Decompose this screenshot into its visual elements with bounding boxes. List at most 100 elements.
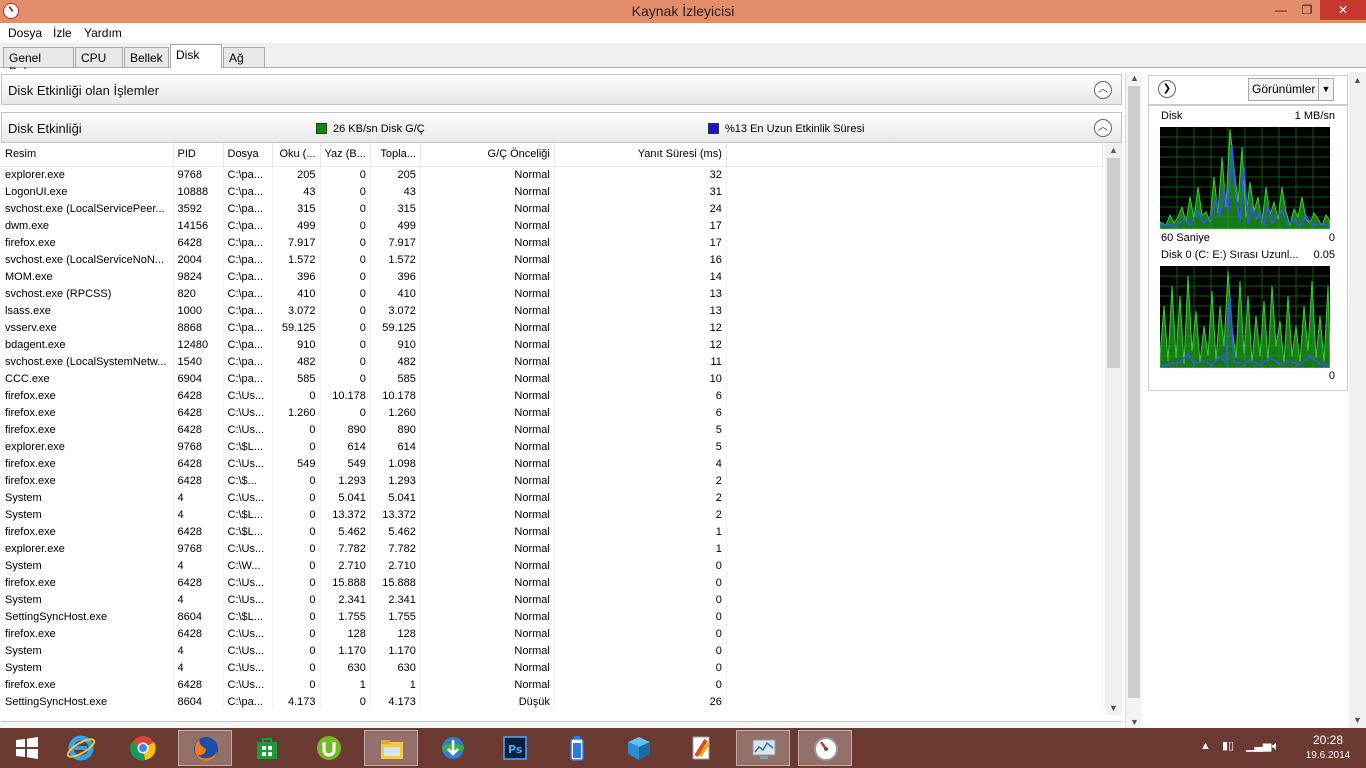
firefox-icon[interactable] xyxy=(178,730,232,766)
scroll-up-icon[interactable]: ▲ xyxy=(1109,145,1118,155)
internet-explorer-icon[interactable] xyxy=(54,730,108,766)
table-row[interactable]: LogonUI.exe 10888 C:\pa... 43 0 43 Normal 31 xyxy=(1,183,1103,200)
chevron-down-icon[interactable]: ▼ xyxy=(1318,79,1333,100)
scroll-thumb[interactable] xyxy=(1107,158,1120,368)
table-row[interactable]: System 4 C:\$L... 0 13.372 13.372 Normal 2 xyxy=(1,506,1103,523)
tab-disk[interactable]: Disk xyxy=(170,44,222,69)
table-row[interactable]: firefox.exe 6428 C:\$... 0 1.293 1.293 Normal 2 xyxy=(1,472,1103,489)
scroll-thumb[interactable] xyxy=(1128,86,1140,698)
column-header[interactable]: G/Ç Önceliği xyxy=(420,143,555,167)
scroll-down-icon[interactable]: ▼ xyxy=(1109,703,1118,713)
table-row[interactable]: MOM.exe 9824 C:\pa... 396 0 396 Normal 14 xyxy=(1,268,1103,285)
scroll-down-icon[interactable]: ▼ xyxy=(1353,715,1362,725)
battery-app-icon[interactable] xyxy=(550,730,604,766)
disk-activity-graph xyxy=(1160,127,1330,229)
monitor-app-icon[interactable] xyxy=(736,730,790,766)
utorrent-icon[interactable] xyxy=(302,730,356,766)
disk-activity-table: Resim PID Dosya Oku (... Yaz (B... Topla... G/… xyxy=(1,143,1122,715)
table-row[interactable]: System 4 C:\Us... 0 2.341 2.341 Normal 0 xyxy=(1,591,1103,608)
column-header[interactable]: Yanıt Süresi (ms) xyxy=(554,143,727,167)
tab-memory[interactable]: Bellek xyxy=(124,47,169,68)
processes-section-header[interactable]: Disk Etkinliği olan İşlemler ︿ xyxy=(1,74,1122,105)
table-row[interactable]: bdagent.exe 12480 C:\pa... 910 0 910 Normal 12 xyxy=(1,336,1103,353)
collapse-icon[interactable]: ︿ xyxy=(1094,81,1112,99)
menu-monitor[interactable]: İzle xyxy=(53,26,72,40)
battery-icon[interactable]: ▮▯ xyxy=(1222,739,1234,768)
table-cell: 1.170 xyxy=(320,642,371,659)
file-explorer-icon[interactable] xyxy=(364,730,418,766)
menu-help[interactable]: Yardım xyxy=(84,26,122,40)
table-row[interactable]: dwm.exe 14156 C:\pa... 499 0 499 Normal 17 xyxy=(1,217,1103,234)
queue-graph-title: Disk 0 (C: E:) Sırası Uzunl... xyxy=(1161,249,1299,261)
download-manager-icon[interactable] xyxy=(426,730,480,766)
table-row[interactable]: firefox.exe 6428 C:\pa... 7.917 0 7.917 Normal… xyxy=(1,234,1103,251)
photoshop-icon[interactable]: Ps xyxy=(488,730,542,766)
table-cell-filler xyxy=(726,608,1103,625)
maximize-button[interactable]: ❐ xyxy=(1294,0,1320,20)
table-row[interactable]: firefox.exe 6428 C:\$L... 0 5.462 5.462 Normal… xyxy=(1,523,1103,540)
table-cell: explorer.exe xyxy=(1,540,174,557)
windows-start-icon[interactable] xyxy=(0,730,54,766)
table-row[interactable]: firefox.exe 6428 C:\Us... 0 128 128 Normal 0 xyxy=(1,625,1103,642)
system-clock[interactable]: 20:28 19.6.2014 xyxy=(1302,733,1354,763)
menu-file[interactable]: Dosya xyxy=(8,26,42,40)
table-row[interactable]: System 4 C:\Us... 0 1.170 1.170 Normal 0 xyxy=(1,642,1103,659)
column-header[interactable]: Yaz (B... xyxy=(320,143,371,167)
show-hidden-icons-icon[interactable]: ▲ xyxy=(1200,740,1211,768)
table-row[interactable]: System 4 C:\Us... 0 630 630 Normal 0 xyxy=(1,659,1103,676)
column-header[interactable]: Dosya xyxy=(223,143,273,167)
table-row[interactable]: System 4 C:\W... 0 2.710 2.710 Normal 0 xyxy=(1,557,1103,574)
expand-panel-icon[interactable]: ❯ xyxy=(1158,80,1176,98)
table-row[interactable]: firefox.exe 6428 C:\Us... 0 10.178 10.178 Norm… xyxy=(1,387,1103,404)
table-cell: 32 xyxy=(554,166,727,183)
table-cell: 5.462 xyxy=(370,523,421,540)
tab-overview[interactable]: Genel Bakış xyxy=(3,47,74,79)
table-row[interactable]: lsass.exe 1000 C:\pa... 3.072 0 3.072 Normal 13 xyxy=(1,302,1103,319)
resource-monitor-task-icon[interactable] xyxy=(798,730,852,766)
table-row[interactable]: firefox.exe 6428 C:\Us... 0 15.888 15.888 Norm… xyxy=(1,574,1103,591)
box-app-icon[interactable] xyxy=(612,730,666,766)
table-row[interactable]: explorer.exe 9768 C:\Us... 0 7.782 7.782 Norma… xyxy=(1,540,1103,557)
table-row[interactable]: SettingSyncHost.exe 8604 C:\$L... 0 1.755 1.7… xyxy=(1,608,1103,625)
collapse-icon[interactable]: ︿ xyxy=(1094,119,1112,137)
column-header[interactable]: Resim xyxy=(1,143,174,167)
table-row[interactable]: vsserv.exe 8868 C:\pa... 59.125 0 59.125 Norma… xyxy=(1,319,1103,336)
tab-network[interactable]: Ağ xyxy=(223,47,265,68)
activity-section-header[interactable]: Disk Etkinliği 26 KB/sn Disk G/Ç %13 En … xyxy=(1,112,1122,143)
table-row[interactable]: explorer.exe 9768 C:\pa... 205 0 205 Normal 32 xyxy=(1,166,1103,183)
table-cell: System xyxy=(1,557,174,574)
main-scrollbar[interactable]: ▲ ▼ xyxy=(1125,72,1142,728)
table-row[interactable]: System 4 C:\Us... 0 5.041 5.041 Normal 2 xyxy=(1,489,1103,506)
table-row[interactable]: firefox.exe 6428 C:\Us... 1.260 0 1.260 Normal… xyxy=(1,404,1103,421)
store-icon[interactable] xyxy=(240,730,294,766)
table-row[interactable]: svchost.exe (LocalSystemNetw... 1540 C:\pa… xyxy=(1,353,1103,370)
close-button[interactable]: ✕ xyxy=(1320,0,1366,20)
table-row[interactable]: firefox.exe 6428 C:\Us... 0 890 890 Normal 5 xyxy=(1,421,1103,438)
volume-icon[interactable]: 🔈︎ xyxy=(1272,738,1280,768)
table-cell-filler xyxy=(726,336,1103,353)
scroll-down-icon[interactable]: ▼ xyxy=(1130,717,1139,727)
table-cell: 5 xyxy=(554,438,727,455)
column-header[interactable]: PID xyxy=(173,143,224,167)
tab-cpu[interactable]: CPU xyxy=(75,47,123,68)
network-signal-icon[interactable]: ▁▃▅ xyxy=(1246,739,1271,768)
office-app-icon[interactable] xyxy=(674,730,728,766)
table-row[interactable]: svchost.exe (LocalServiceNoN... 2004 C:\pa… xyxy=(1,251,1103,268)
table-row[interactable]: SettingSyncHost.exe 8604 C:\pa... 4.173 0 4.1… xyxy=(1,693,1103,710)
table-scrollbar[interactable]: ▲ ▼ xyxy=(1105,143,1122,715)
scroll-up-icon[interactable]: ▲ xyxy=(1353,75,1362,85)
chrome-icon[interactable] xyxy=(116,730,170,766)
table-row[interactable]: firefox.exe 6428 C:\Us... 549 549 1.098 Normal… xyxy=(1,455,1103,472)
minimize-button[interactable]: — xyxy=(1268,0,1294,20)
table-row[interactable]: firefox.exe 6428 C:\Us... 0 1 1 Normal 0 xyxy=(1,676,1103,693)
views-dropdown[interactable]: Görünümler ▼ xyxy=(1248,78,1334,101)
column-header[interactable]: Topla... xyxy=(370,143,421,167)
side-panel-scrollbar[interactable]: ▲ ▼ xyxy=(1349,72,1366,728)
table-row[interactable]: svchost.exe (LocalServicePeer... 3592 C:\p… xyxy=(1,200,1103,217)
scroll-up-icon[interactable]: ▲ xyxy=(1130,73,1139,83)
table-row[interactable]: svchost.exe (RPCSS) 820 C:\pa... 410 0 410 Nor… xyxy=(1,285,1103,302)
table-cell: 8868 xyxy=(173,319,224,336)
table-row[interactable]: explorer.exe 9768 C:\$L... 0 614 614 Normal 5 xyxy=(1,438,1103,455)
column-header[interactable]: Oku (... xyxy=(272,143,321,167)
table-row[interactable]: CCC.exe 6904 C:\pa... 585 0 585 Normal 10 xyxy=(1,370,1103,387)
